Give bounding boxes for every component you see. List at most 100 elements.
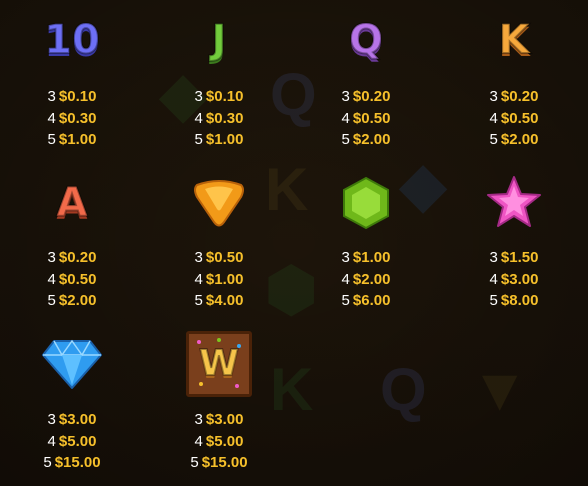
pay-row: 3 $1.50 bbox=[444, 247, 584, 269]
q-symbol-icon: Q bbox=[348, 17, 384, 63]
pay-table: 3 $0.10 4 $0.30 5 $1.00 bbox=[149, 86, 289, 151]
payout-amount: $0.50 bbox=[205, 249, 244, 266]
pay-table: 3 $0.20 4 $0.50 5 $2.00 bbox=[296, 86, 436, 151]
symbol-count: 5 bbox=[489, 131, 498, 148]
payout-amount: $0.10 bbox=[205, 88, 244, 105]
symbol-count: 3 bbox=[47, 88, 56, 105]
payout-amount: $1.00 bbox=[205, 270, 244, 288]
symbol-count: 3 bbox=[341, 249, 350, 266]
symbol-count: 5 bbox=[489, 292, 498, 309]
payout-amount: $0.50 bbox=[58, 270, 97, 288]
pay-row: 5 $2.00 bbox=[2, 290, 142, 312]
pay-row: 3 $3.00 bbox=[2, 409, 142, 431]
k-symbol-icon: K bbox=[498, 17, 531, 63]
pay-row: 4 $2.00 bbox=[296, 269, 436, 291]
symbol-count: 3 bbox=[341, 88, 350, 105]
payout-amount: $0.20 bbox=[58, 249, 97, 266]
symbol-count: 5 bbox=[341, 292, 350, 309]
symbol-count: 5 bbox=[47, 131, 56, 148]
orange-triangle-gem-icon bbox=[149, 175, 289, 231]
bg-letter-shape: Q bbox=[380, 356, 427, 423]
pay-row: 3 $0.10 bbox=[149, 86, 289, 108]
symbol-count: 5 bbox=[341, 131, 350, 148]
payout-amount: $15.00 bbox=[201, 454, 248, 471]
pay-row: 3 $1.00 bbox=[296, 247, 436, 269]
pay-row: 5 $4.00 bbox=[149, 290, 289, 312]
pay-row: 5 $15.00 bbox=[2, 452, 142, 474]
payout-amount: $1.00 bbox=[205, 131, 244, 148]
wild-chocolate-icon: W bbox=[149, 330, 289, 398]
symbol-count: 4 bbox=[47, 270, 56, 288]
pay-table: 3 $0.10 4 $0.30 5 $1.00 bbox=[2, 86, 142, 151]
symbol-count: 4 bbox=[341, 109, 350, 127]
symbol-count: 5 bbox=[194, 292, 203, 309]
payout-amount: $2.00 bbox=[352, 270, 391, 288]
payout-amount: $4.00 bbox=[205, 292, 244, 309]
symbol-count: 5 bbox=[190, 454, 199, 471]
symbol-count: 4 bbox=[47, 109, 56, 127]
payout-amount: $1.00 bbox=[352, 249, 391, 266]
symbol-count: 5 bbox=[43, 454, 52, 471]
payout-amount: $2.00 bbox=[500, 131, 539, 148]
payout-amount: $2.00 bbox=[352, 131, 391, 148]
symbol-count: 4 bbox=[47, 432, 56, 450]
pay-row: 5 $6.00 bbox=[296, 290, 436, 312]
pay-row: 3 $0.20 bbox=[2, 247, 142, 269]
symbol-count: 3 bbox=[194, 249, 203, 266]
symbol-count: 3 bbox=[489, 249, 498, 266]
pay-row: 5 $1.00 bbox=[2, 129, 142, 151]
symbol-count: 4 bbox=[341, 270, 350, 288]
pay-table: 3 $1.50 4 $3.00 5 $8.00 bbox=[444, 247, 584, 312]
pay-row: 3 $0.10 bbox=[2, 86, 142, 108]
symbol-count: 5 bbox=[47, 292, 56, 309]
payout-amount: $3.00 bbox=[500, 270, 539, 288]
pay-row: 3 $0.20 bbox=[296, 86, 436, 108]
pay-row: 5 $1.00 bbox=[149, 129, 289, 151]
payout-amount: $1.50 bbox=[500, 249, 539, 266]
symbol-count: 3 bbox=[194, 88, 203, 105]
payout-amount: $0.10 bbox=[58, 88, 97, 105]
bg-gem-shape: ▼ bbox=[470, 356, 530, 423]
pay-row: 3 $0.20 bbox=[444, 86, 584, 108]
symbol-count: 3 bbox=[47, 249, 56, 266]
pay-row: 5 $2.00 bbox=[296, 129, 436, 151]
pay-table: 3 $3.00 4 $5.00 5 $15.00 bbox=[149, 409, 289, 474]
pay-table: 3 $0.50 4 $1.00 5 $4.00 bbox=[149, 247, 289, 312]
pay-row: 4 $0.30 bbox=[149, 108, 289, 130]
payout-amount: $5.00 bbox=[205, 432, 244, 450]
pay-table: 3 $3.00 4 $5.00 5 $15.00 bbox=[2, 409, 142, 474]
payout-amount: $3.00 bbox=[205, 411, 244, 428]
payout-amount: $0.30 bbox=[205, 109, 244, 127]
payout-amount: $0.30 bbox=[58, 109, 97, 127]
pay-table: 3 $0.20 4 $0.50 5 $2.00 bbox=[2, 247, 142, 312]
pay-row: 4 $0.50 bbox=[296, 108, 436, 130]
payout-amount: $0.50 bbox=[500, 109, 539, 127]
symbol-count: 4 bbox=[194, 270, 203, 288]
j-symbol-icon: J bbox=[211, 17, 228, 63]
payout-amount: $0.50 bbox=[352, 109, 391, 127]
pay-table: 3 $1.00 4 $2.00 5 $6.00 bbox=[296, 247, 436, 312]
symbol-count: 5 bbox=[194, 131, 203, 148]
symbol-count: 4 bbox=[194, 109, 203, 127]
payout-amount: $6.00 bbox=[352, 292, 391, 309]
payout-amount: $1.00 bbox=[58, 131, 97, 148]
pay-table: 3 $0.20 4 $0.50 5 $2.00 bbox=[444, 86, 584, 151]
pay-row: 3 $0.50 bbox=[149, 247, 289, 269]
pay-row: 5 $15.00 bbox=[149, 452, 289, 474]
payout-amount: $0.20 bbox=[352, 88, 391, 105]
payout-amount: $3.00 bbox=[58, 411, 97, 428]
payout-amount: $2.00 bbox=[58, 292, 97, 309]
symbol-count: 4 bbox=[194, 432, 203, 450]
payout-amount: $8.00 bbox=[500, 292, 539, 309]
pay-row: 4 $5.00 bbox=[149, 431, 289, 453]
payout-amount: $5.00 bbox=[58, 432, 97, 450]
pay-row: 4 $1.00 bbox=[149, 269, 289, 291]
payout-amount: $15.00 bbox=[54, 454, 101, 471]
pay-row: 3 $3.00 bbox=[149, 409, 289, 431]
pay-row: 4 $0.50 bbox=[2, 269, 142, 291]
symbol-count: 3 bbox=[47, 411, 56, 428]
symbol-count: 3 bbox=[489, 88, 498, 105]
payout-amount: $0.20 bbox=[500, 88, 539, 105]
blue-diamond-icon bbox=[2, 336, 142, 392]
pay-row: 4 $0.50 bbox=[444, 108, 584, 130]
